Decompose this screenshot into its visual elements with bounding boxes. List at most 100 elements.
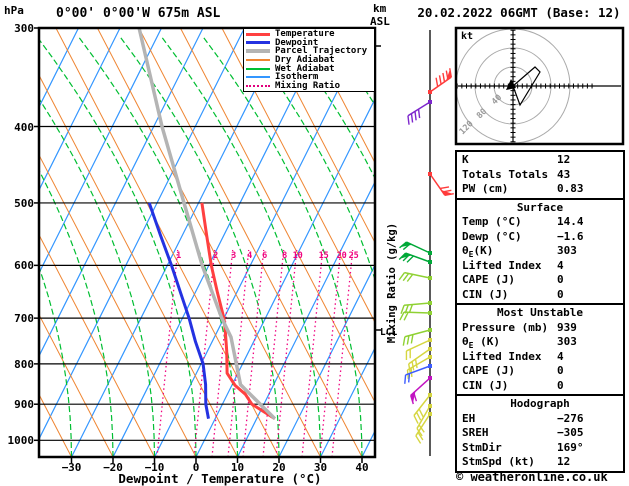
temp-tick-label: −10 [144,461,165,474]
wind-barb-base-dot [428,276,432,280]
table-row-label: Lifted Index [462,349,542,363]
wind-barb-base-dot [428,338,432,342]
mixing-ratio-value-label: 1 [176,251,182,261]
table-row: Totals Totals 43 [457,168,623,183]
table-row-value: 0 [557,378,564,392]
table-row-label: θE(K) [462,244,494,260]
wind-barb-base-dot [428,404,432,408]
wind-barb-base-dot [428,412,432,416]
table-row: PW (cm) 0.83 [457,182,623,197]
asl-axis-unit-label: ASL [370,15,390,28]
table-section: Hodograph EH −276 SREH −305 StmDir 169° StmSpd … [455,394,625,473]
temp-tick-label: −20 [103,461,123,474]
mixing-ratio-value-label: 15 [318,251,329,261]
series-dewpoint [147,202,210,419]
pressure-tick-label: 500 [14,196,34,210]
mixing-ratio-line [262,249,285,457]
table-row: CAPE (J) 0 [457,273,623,288]
table-row-label: PW (cm) [462,182,509,195]
table-section-header: Most Unstable [496,306,584,319]
table-row-value: 4 [557,349,564,363]
table-row-label: CIN (J) [462,378,509,392]
mixing-ratio-value-label: 10 [292,251,303,261]
dry-adiabat-line [0,28,30,457]
wind-barb-base-dot [428,90,432,94]
table-row-label: EH [462,411,476,425]
dry-adiabat-line [39,153,197,457]
wind-barb [399,311,432,321]
wet-adiabat-line [39,169,114,457]
legend-swatch-dewpoint [246,41,270,45]
wind-barb-base-dot [428,251,432,255]
table-row: K 12 [457,153,623,168]
temp-tick-label: 40 [355,461,369,474]
isotherm-line [70,28,287,457]
mixing-ratio-line [227,249,250,457]
table-row: CIN (J) 0 [457,288,623,303]
table-row-value: 14.4 [557,215,584,228]
table-row-label: Pressure (mb) [462,320,549,334]
mixing-ratio-value-label: 2 [213,251,219,261]
dry-adiabat-line [39,74,238,457]
table-row-label: StmDir [462,440,502,454]
table-row-label: θE (K) [462,335,500,351]
table-row: StmSpd (kt) 12 [457,455,623,470]
table-row-label: Temp (°C) [462,215,522,228]
isotherm-line [195,97,375,457]
wind-barb-base-dot [428,376,432,380]
pressure-tick-label: 300 [14,22,34,35]
table-row-label: CAPE (J) [462,273,515,286]
wind-barb [410,376,432,405]
isotherm-line [39,28,246,441]
table-section: Surface Temp (°C) 14.4 Dewp (°C) −1.6 θE(K) 30… [455,197,625,305]
table-row-value: 303 [557,335,577,348]
table-row: Temp (°C) 14.4 [457,215,623,230]
wind-barb [398,271,432,282]
wind-barb [407,100,432,125]
temp-tick-label: 20 [272,461,286,474]
wind-barb-base-dot [428,311,432,315]
table-row-value: 0.83 [557,182,584,195]
wet-adiabat-line [0,37,30,457]
table-row-label: SREH [462,426,489,439]
table-row-label: StmSpd (kt) [462,455,535,468]
wind-barb-base-dot [428,100,432,104]
table-row-value: 43 [557,167,571,181]
table-row-label: Lifted Index [462,258,542,272]
legend-item: Mixing Ratio [246,80,372,91]
wind-barb [428,68,452,94]
wind-barb-base-dot [428,301,432,305]
skewt-sounding-page: hPa 0°00' 0°00'W 675m ASL km ASL 20.02.2… [0,0,629,486]
dry-adiabat-line [179,28,375,404]
mixing-ratio-value-label: 25 [348,251,359,261]
km-axis-unit-label: km [373,2,387,15]
table-row-label: CAPE (J) [462,364,515,377]
wind-barb-base-dot [428,393,432,397]
legend: Temperature Dewpoint Parcel Trajectory Dry … [243,28,375,92]
table-section: Most Unstable Pressure (mb) 939 θE (K) 303 Li… [455,303,625,396]
isotherm-line [0,28,37,457]
dry-adiabat-line [221,28,375,324]
pressure-tick-label: 700 [14,312,34,326]
mixing-ratio-value-label: 6 [262,251,268,261]
temp-tick-label: 30 [313,461,328,474]
date-title: 20.02.2022 06GMT (Base: 12) [417,5,621,20]
table-section-header: Surface [516,200,564,214]
table-row-label: K [462,153,469,166]
mixing-ratio-line [275,249,298,457]
isotherm-line [153,28,370,457]
table-section-header: Hodograph [510,397,570,410]
isotherm-line [39,28,121,192]
table-row-value: 12 [557,455,571,468]
hodograph-unit-label: kt [461,31,474,42]
wind-barb-base-dot [428,260,432,264]
pressure-unit-label: hPa [4,4,24,17]
legend-label: Mixing Ratio [275,80,341,91]
table-row-value: 0 [557,273,564,286]
page-title: 0°00' 0°00'W 675m ASL [56,6,221,21]
wind-barb-base-dot [428,355,432,359]
pressure-tick-label: 1000 [7,434,35,448]
pressure-tick-label: 800 [14,357,34,371]
table-row-value: 4 [557,258,564,272]
pressure-tick-label: 900 [14,398,34,412]
